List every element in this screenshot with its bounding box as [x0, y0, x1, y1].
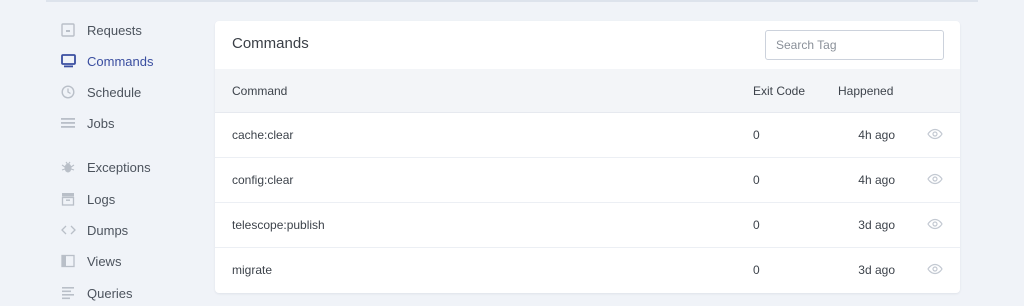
sidebar-item-label: Queries: [87, 285, 133, 301]
eye-icon[interactable]: [927, 173, 943, 188]
exit-code-cell: 0: [753, 128, 760, 142]
jobs-icon: [60, 115, 76, 131]
sidebar-item-exceptions[interactable]: Exceptions: [60, 155, 151, 179]
logs-icon: [60, 191, 76, 207]
views-icon: [60, 253, 76, 269]
clock-icon: [60, 84, 76, 100]
sidebar-item-commands[interactable]: Commands: [60, 49, 153, 73]
page-title: Commands: [232, 35, 309, 52]
sidebar-item-logs[interactable]: Logs: [60, 187, 115, 211]
happened-cell: 4h ago: [858, 128, 895, 142]
sidebar-item-label: Schedule: [87, 84, 142, 100]
sidebar-item-label: Views: [87, 253, 122, 269]
queries-icon: [60, 285, 76, 301]
happened-cell: 3d ago: [858, 263, 895, 277]
column-header-exit-code: Exit Code: [753, 84, 806, 98]
code-icon: [60, 222, 76, 238]
column-header-command: Command: [232, 84, 288, 98]
exit-code-cell: 0: [753, 218, 760, 232]
command-cell: config:clear: [232, 173, 294, 187]
table-row[interactable]: migrate 0 3d ago: [215, 248, 960, 293]
happened-cell: 3d ago: [858, 218, 895, 232]
panel-header: Commands: [215, 21, 960, 69]
eye-icon[interactable]: [927, 128, 943, 143]
table-header: Command Exit Code Happened: [215, 69, 960, 113]
sidebar: Requests Commands Schedule Jobs Exceptio…: [0, 0, 215, 306]
command-cell: migrate: [232, 263, 273, 277]
sidebar-item-label: Requests: [87, 22, 142, 38]
table-row[interactable]: cache:clear 0 4h ago: [215, 113, 960, 158]
commands-panel: Commands Command Exit Code Happened cach…: [215, 21, 960, 293]
command-cell: telescope:publish: [232, 218, 325, 232]
sidebar-item-jobs[interactable]: Jobs: [60, 111, 114, 135]
sidebar-item-views[interactable]: Views: [60, 249, 121, 273]
exit-code-cell: 0: [753, 173, 760, 187]
sidebar-item-dumps[interactable]: Dumps: [60, 218, 128, 242]
eye-icon[interactable]: [927, 263, 943, 278]
sidebar-item-label: Commands: [87, 53, 154, 69]
table-row[interactable]: telescope:publish 0 3d ago: [215, 203, 960, 248]
column-header-happened: Happened: [838, 84, 894, 98]
sidebar-item-label: Dumps: [87, 222, 129, 238]
command-cell: cache:clear: [232, 128, 294, 142]
exit-code-cell: 0: [753, 263, 760, 277]
table-row[interactable]: config:clear 0 4h ago: [215, 158, 960, 203]
search-tag-input[interactable]: [765, 30, 944, 60]
sidebar-item-label: Jobs: [87, 115, 115, 131]
sidebar-item-requests[interactable]: Requests: [60, 18, 142, 42]
sidebar-item-schedule[interactable]: Schedule: [60, 80, 141, 104]
bug-icon: [60, 159, 76, 175]
commands-icon: [60, 53, 76, 69]
sidebar-item-label: Exceptions: [87, 159, 151, 175]
requests-icon: [60, 22, 76, 38]
eye-icon[interactable]: [927, 218, 943, 233]
sidebar-item-queries[interactable]: Queries: [60, 281, 133, 305]
sidebar-item-label: Logs: [87, 191, 116, 207]
happened-cell: 4h ago: [858, 173, 895, 187]
